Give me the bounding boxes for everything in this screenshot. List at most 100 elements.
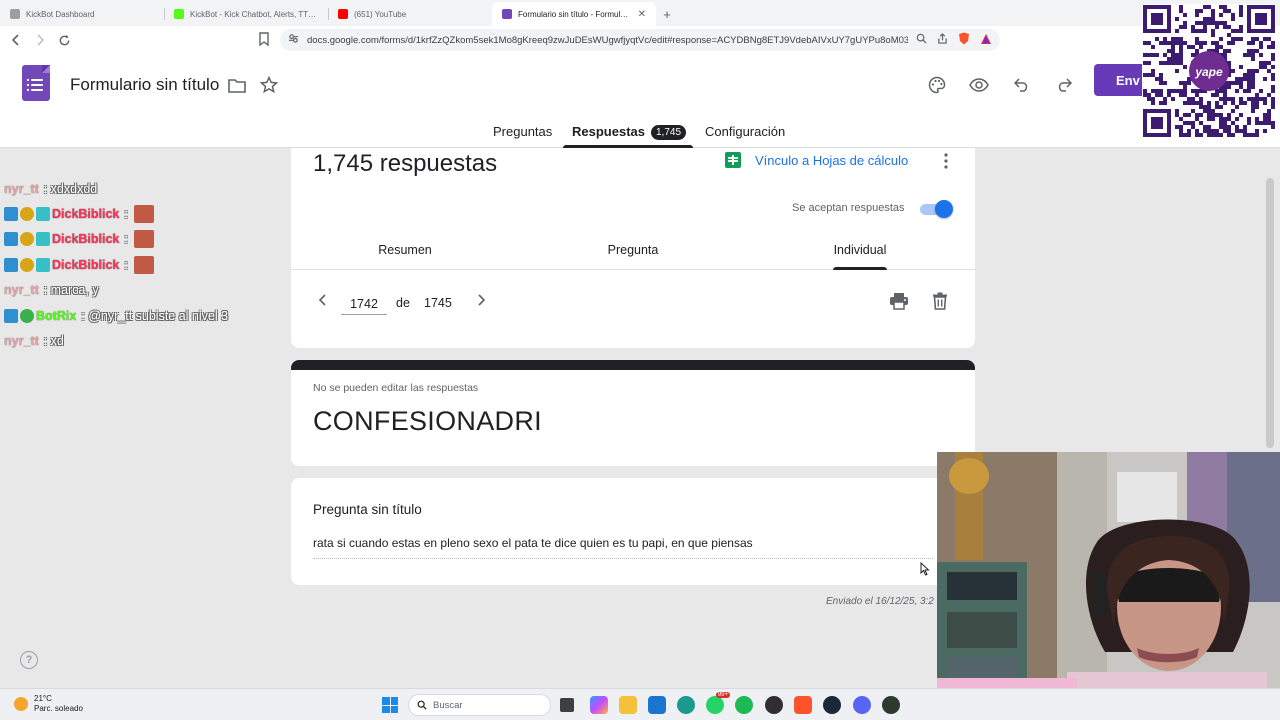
chat-username: BotRix [36,308,77,323]
delete-response-icon[interactable] [932,292,952,314]
tab-title: (651) YouTube [354,9,407,19]
accepting-responses-toggle[interactable] [920,200,954,218]
edge-icon[interactable] [677,696,695,714]
browser-toolbar: docs.google.com/forms/d/1krfZzQZkom5sek1… [0,26,1280,54]
view-tab-resumen[interactable]: Resumen [345,243,465,257]
site-info-icon[interactable] [288,33,299,47]
browser-tab[interactable]: KickBot Dashboard [0,2,164,26]
pager-total: 1745 [424,296,452,310]
search-icon [417,700,427,710]
chat-message: DickBiblick: [4,201,284,226]
chat-username: nyr_tt [4,283,39,298]
share-icon[interactable] [937,33,948,47]
zoom-icon[interactable] [916,33,927,47]
chat-message: nyr_tt: xd [4,328,284,353]
tab-questions[interactable]: Preguntas [493,124,552,139]
taskbar-app-icon[interactable] [882,696,900,714]
responses-summary-card: 1,745 respuestas Vínculo a Hojas de cálc… [291,148,975,348]
brave-browser-icon[interactable] [794,696,812,714]
star-icon[interactable] [258,74,280,96]
previous-response-icon[interactable] [315,292,331,308]
discord-icon[interactable] [853,696,871,714]
chat-message: DickBiblick: [4,227,284,252]
address-bar[interactable]: docs.google.com/forms/d/1krfZzQZkom5sek1… [280,29,1000,51]
chat-badge-mod-icon [4,207,18,222]
chat-text: : xdxdxdd [43,181,98,196]
palette-icon[interactable] [926,74,948,96]
accepting-responses-label: Se aceptan respuestas [792,202,905,214]
view-tab-pregunta[interactable]: Pregunta [573,243,693,257]
chat-badge-gift-icon [36,257,50,272]
active-view-indicator [833,267,887,270]
file-explorer-icon[interactable] [619,696,637,714]
form-main-tabs: Preguntas Respuestas 1,745 Configuración [0,120,1280,148]
url-text[interactable]: docs.google.com/forms/d/1krfZzQZkom5sek1… [307,35,908,46]
new-tab-button[interactable]: + [656,2,678,26]
whatsapp-badge: 99+ [715,692,730,698]
forms-header: Formulario sin título Env Preguntas Resp… [0,54,1280,148]
obs-icon[interactable] [765,696,783,714]
chat-badge-verified-icon [20,308,34,323]
partly-sunny-icon [14,697,28,711]
undo-icon[interactable] [1011,74,1033,96]
taskbar-search-placeholder: Buscar [433,699,463,711]
toggle-knob [935,200,953,218]
response-view-tabs: Resumen Pregunta Individual [291,238,975,270]
yape-qr-code: yape [1142,4,1276,138]
question-answer: rata si cuando estas en pleno sexo el pa… [313,536,933,559]
google-forms-logo[interactable] [22,65,50,101]
form-title[interactable]: Formulario sin título [70,75,219,95]
chat-emote-icon [133,255,154,274]
chat-message: DickBiblick: [4,252,284,277]
taskbar-search[interactable]: Buscar [408,694,551,716]
response-number-input[interactable] [341,293,387,315]
tab-favicon-icon [502,9,512,19]
browser-tab[interactable]: KickBot - Kick Chatbot, Alerts, TTS, C [164,2,328,26]
next-response-icon[interactable] [473,292,489,308]
reload-icon[interactable] [54,30,74,50]
back-icon[interactable] [6,30,26,50]
page-scrollbar[interactable] [1266,178,1274,448]
chat-username: nyr_tt [4,181,39,196]
brave-rewards-icon[interactable] [980,33,992,48]
microsoft-store-icon[interactable] [648,696,666,714]
weather-widget[interactable]: 21°C Parc. soleado [14,694,83,714]
tab-title: KickBot Dashboard [26,9,95,19]
chat-badge-gift-icon [36,232,50,247]
preview-eye-icon[interactable] [968,74,990,96]
response-pager: de 1745 [291,288,975,320]
chat-badge-sub-icon [20,257,34,272]
tab-responses[interactable]: Respuestas 1,745 [572,124,687,140]
task-view-icon[interactable] [560,698,574,712]
bookmark-icon[interactable] [258,32,270,51]
sheets-link-label: Vínculo a Hojas de cálculo [755,152,909,168]
chat-message: nyr_tt : xdxdxdd [4,176,284,201]
folder-icon[interactable] [226,74,248,96]
redo-icon[interactable] [1053,74,1075,96]
windows-start-icon[interactable] [382,697,398,713]
view-tab-individual[interactable]: Individual [800,243,920,257]
whatsapp-icon[interactable]: 99+ [706,692,730,714]
tab-title: KickBot - Kick Chatbot, Alerts, TTS, C [190,9,318,19]
browser-tab[interactable]: (651) YouTube [328,2,492,26]
weather-temperature: 21°C [34,694,52,703]
spotify-icon[interactable] [735,696,753,714]
copilot-icon[interactable] [590,696,608,714]
tab-settings[interactable]: Configuración [705,124,785,139]
help-icon[interactable]: ? [20,651,38,669]
tab-close-icon[interactable]: ✕ [638,9,646,20]
sheets-link[interactable]: Vínculo a Hojas de cálculo [725,152,908,168]
brave-shield-icon[interactable] [958,32,970,48]
submitted-timestamp: Enviado el 16/12/25, 3:2 [826,596,934,607]
windows-taskbar: 21°C Parc. soleado Buscar 99+ [0,688,1280,720]
weather-text: 21°C Parc. soleado [34,694,83,714]
chat-emote-icon [133,230,154,249]
question-card: Pregunta sin título rata si cuando estas… [291,478,975,585]
chat-message: BotRix: @nyr_tt subiste al nivel 3 [4,303,284,328]
browser-tab[interactable]: Formulario sin título - Formulario ✕ [492,2,656,26]
forward-icon[interactable] [30,30,50,50]
more-vert-icon[interactable] [941,152,951,170]
chat-badge-gift-icon [36,207,50,222]
steam-icon[interactable] [823,696,841,714]
print-icon[interactable] [889,292,911,314]
